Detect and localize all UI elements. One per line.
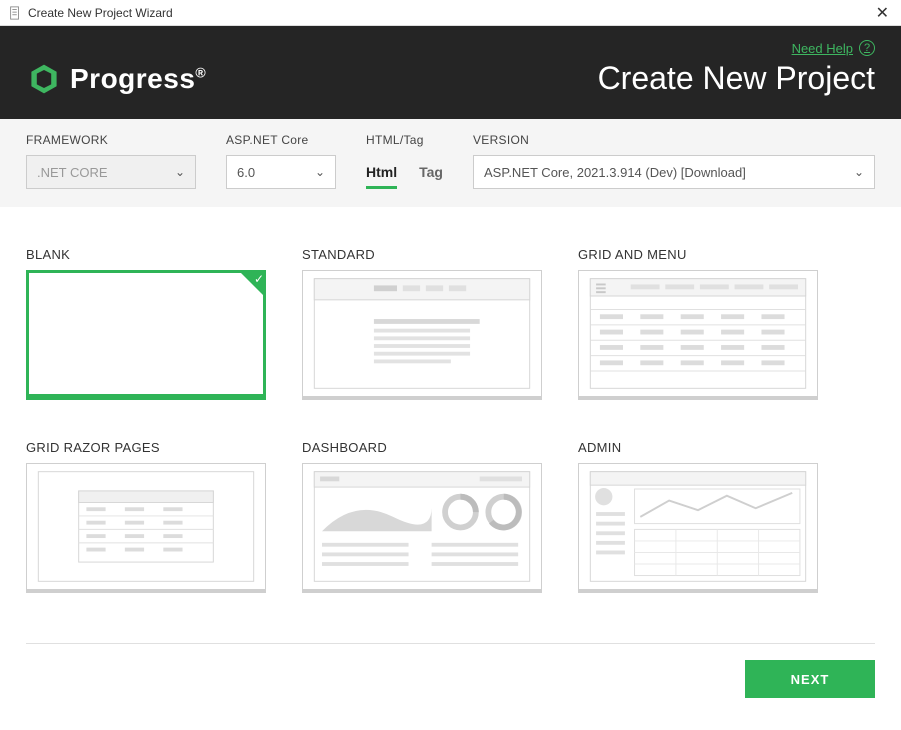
template-admin[interactable]: ADMIN — [578, 440, 818, 593]
template-label: STANDARD — [302, 247, 542, 262]
framework-value: .NET CORE — [37, 165, 108, 180]
templates-grid: BLANK ✓ STANDARD — [0, 207, 901, 643]
template-thumbnail — [578, 270, 818, 400]
aspnet-label: ASP.NET Core — [226, 133, 336, 147]
progress-icon — [26, 61, 62, 97]
template-blank[interactable]: BLANK ✓ — [26, 247, 266, 400]
help-icon: ? — [859, 40, 875, 56]
template-thumbnail — [302, 463, 542, 593]
tab-tag[interactable]: Tag — [419, 164, 443, 189]
header: Need Help ? Progress® Create New Project — [0, 26, 901, 119]
chevron-down-icon: ⌄ — [315, 165, 325, 179]
footer: NEXT — [26, 643, 875, 714]
chevron-down-icon: ⌄ — [175, 165, 185, 179]
template-label: BLANK — [26, 247, 266, 262]
need-help-link[interactable]: Need Help ? — [792, 40, 875, 56]
template-label: ADMIN — [578, 440, 818, 455]
brand-text: Progress — [70, 63, 195, 94]
config-bar: FRAMEWORK .NET CORE ⌄ ASP.NET Core 6.0 ⌄… — [0, 119, 901, 207]
aspnet-value: 6.0 — [237, 165, 255, 180]
template-thumbnail — [302, 270, 542, 400]
page-title: Create New Project — [598, 60, 875, 97]
next-button[interactable]: NEXT — [745, 660, 875, 698]
aspnet-dropdown[interactable]: 6.0 ⌄ — [226, 155, 336, 189]
template-thumbnail — [578, 463, 818, 593]
window-titlebar: Create New Project Wizard ✕ — [0, 0, 901, 26]
version-value: ASP.NET Core, 2021.3.914 (Dev) [Download… — [484, 165, 746, 180]
version-dropdown[interactable]: ASP.NET Core, 2021.3.914 (Dev) [Download… — [473, 155, 875, 189]
tab-html[interactable]: Html — [366, 164, 397, 189]
document-icon — [8, 6, 22, 20]
need-help-label: Need Help — [792, 41, 853, 56]
window-title: Create New Project Wizard — [28, 6, 173, 20]
check-icon: ✓ — [238, 270, 266, 298]
template-thumbnail — [26, 463, 266, 593]
template-dashboard[interactable]: DASHBOARD — [302, 440, 542, 593]
version-label: VERSION — [473, 133, 875, 147]
htmltag-label: HTML/Tag — [366, 133, 443, 147]
close-icon[interactable]: ✕ — [872, 3, 893, 23]
template-thumbnail: ✓ — [26, 270, 266, 400]
template-label: DASHBOARD — [302, 440, 542, 455]
template-label: GRID RAZOR PAGES — [26, 440, 266, 455]
template-standard[interactable]: STANDARD — [302, 247, 542, 400]
template-grid-razor[interactable]: GRID RAZOR PAGES — [26, 440, 266, 593]
chevron-down-icon: ⌄ — [854, 165, 864, 179]
template-grid-menu[interactable]: GRID AND MENU — [578, 247, 818, 400]
brand-logo: Progress® — [26, 61, 206, 97]
template-label: GRID AND MENU — [578, 247, 818, 262]
framework-label: FRAMEWORK — [26, 133, 196, 147]
framework-dropdown[interactable]: .NET CORE ⌄ — [26, 155, 196, 189]
